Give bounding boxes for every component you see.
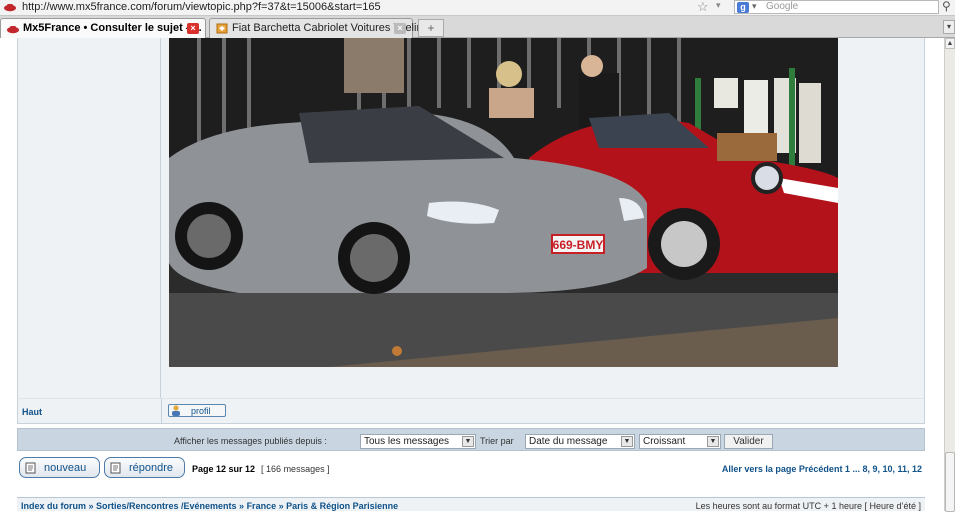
page-number-text: Page 12 sur 12 xyxy=(192,464,256,474)
tab-label: Mx5France • Consulter le sujet - ... xyxy=(23,22,202,34)
new-topic-label: nouveau xyxy=(44,462,87,474)
profile-label: profil xyxy=(191,406,211,416)
sort-order-value: Croissant xyxy=(643,436,686,447)
display-since-value: Tous les messages xyxy=(364,436,450,447)
scrollbar-thumb[interactable] xyxy=(945,452,955,512)
close-icon[interactable]: × xyxy=(187,23,199,34)
tab-bar: Mx5France • Consulter le sujet - ... × F… xyxy=(0,16,955,38)
vertical-scrollbar[interactable]: ▲ xyxy=(944,38,955,512)
document-icon xyxy=(110,462,121,474)
chevron-down-icon[interactable]: ▾ xyxy=(752,1,757,12)
search-box[interactable]: g ▾ Google xyxy=(734,0,939,14)
sort-key-value: Date du message xyxy=(529,436,608,447)
post-author-column xyxy=(18,38,161,398)
sort-key-select[interactable]: Date du message ▼ xyxy=(525,434,635,449)
display-since-label: Afficher les messages publiés depuis : xyxy=(174,436,327,446)
submit-sort-button[interactable]: Valider xyxy=(724,434,773,449)
bookmark-star-icon[interactable]: ☆ xyxy=(697,0,709,15)
post-footer: Haut profil xyxy=(17,398,925,424)
sort-options-bar: Afficher les messages publiés depuis : T… xyxy=(17,428,925,451)
sort-by-label: Trier par xyxy=(480,436,514,446)
reply-label: répondre xyxy=(129,462,174,474)
breadcrumb-path[interactable]: Index du forum » Sorties/Rencontres /Evé… xyxy=(21,501,398,511)
chevron-down-icon[interactable]: ▼ xyxy=(707,436,719,447)
tab-mx5france[interactable]: Mx5France • Consulter le sujet - ... × xyxy=(0,18,206,38)
chevron-down-icon[interactable]: ▼ xyxy=(462,436,474,447)
column-divider xyxy=(161,399,162,423)
search-input[interactable]: Google xyxy=(766,1,798,12)
google-icon[interactable]: g xyxy=(737,2,749,13)
close-icon[interactable]: × xyxy=(394,23,406,34)
profile-button[interactable]: profil xyxy=(168,404,226,417)
display-since-select[interactable]: Tous les messages ▼ xyxy=(360,434,476,449)
license-plate-text: 669-BMY xyxy=(553,238,604,252)
mx5-favicon-icon xyxy=(7,26,19,34)
search-icon[interactable]: ⚲ xyxy=(942,0,951,13)
scroll-up-arrow-icon[interactable]: ▲ xyxy=(945,38,955,49)
address-field[interactable]: http://www.mx5france.com/forum/viewtopic… xyxy=(22,1,381,13)
tab-list-button[interactable]: ▾ xyxy=(943,20,955,34)
message-count: [ 166 messages ] xyxy=(261,464,330,474)
chevron-down-icon[interactable]: ▾ xyxy=(716,0,721,11)
pagination-info: Page 12 sur 12 [ 166 messages ] xyxy=(192,464,330,474)
user-icon xyxy=(172,405,180,416)
cars-photo: 669-BMY xyxy=(169,38,838,367)
new-tab-button[interactable]: + xyxy=(418,19,444,37)
document-icon xyxy=(25,462,36,474)
browser-url-bar: http://www.mx5france.com/forum/viewtopic… xyxy=(0,0,955,16)
breadcrumb: Index du forum » Sorties/Rencontres /Evé… xyxy=(17,497,925,511)
new-topic-button[interactable]: nouveau xyxy=(19,457,100,478)
back-to-top-link[interactable]: Haut xyxy=(22,407,42,417)
timezone-info: Les heures sont au format UTC + 1 heure … xyxy=(695,501,921,511)
page-favicon-icon xyxy=(216,23,228,34)
tab-fiat-barchetta[interactable]: Fiat Barchetta Cabriolet Voitures Yvelin… xyxy=(209,18,432,38)
post-image-cars[interactable]: 669-BMY xyxy=(169,38,838,367)
reply-button[interactable]: répondre xyxy=(104,457,185,478)
sort-order-select[interactable]: Croissant ▼ xyxy=(639,434,721,449)
mx5-favicon-icon xyxy=(4,4,16,12)
chevron-down-icon[interactable]: ▼ xyxy=(621,436,633,447)
page-navigation-links[interactable]: Aller vers la page Précédent 1 ... 8, 9,… xyxy=(722,464,922,474)
